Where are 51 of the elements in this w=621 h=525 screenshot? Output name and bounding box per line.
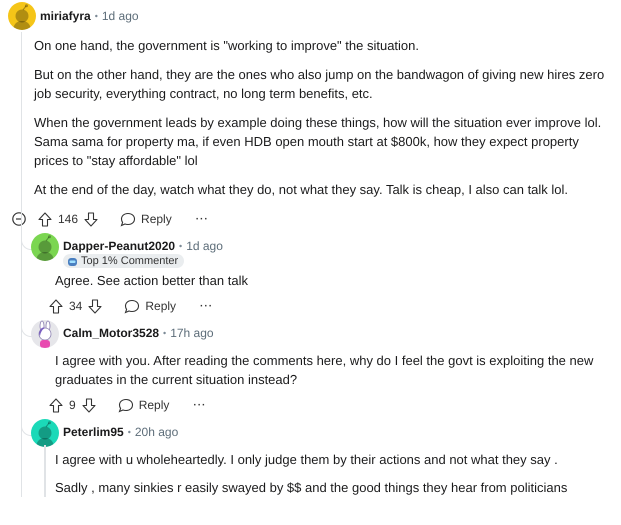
username[interactable]: Calm_Motor3528	[63, 326, 160, 340]
upvote-button[interactable]	[47, 296, 65, 316]
downvote-icon	[88, 298, 102, 314]
timestamp[interactable]: 17h ago	[170, 326, 214, 340]
comment-text: But on the other hand, they are the ones who also jump on the bandwagon of giving new hires zero job security, everything contract, no long term benefits, etc.	[34, 66, 606, 103]
speech-bubble-icon	[124, 298, 140, 314]
username[interactable]: Peterlim95	[63, 425, 124, 439]
reply-button[interactable]: Reply	[114, 208, 178, 230]
reply-button[interactable]: Reply	[112, 394, 176, 416]
comment-text: When the government leads by example doing these things, how will the situation ever improve lol. Sama sama for property ma, if even HDB open mouth start at $800k, how they expect property prices to "stay affordable" lol	[34, 114, 602, 170]
vote-count: 9	[69, 398, 76, 412]
more-options-button[interactable]: ···	[190, 210, 215, 228]
upvote-button[interactable]	[47, 396, 65, 414]
upvote-icon	[49, 298, 63, 314]
comment-text: On one hand, the government is "working to improve" the situation.	[34, 37, 420, 55]
comment-text: At the end of the day, watch what they do, not what they say. Talk is cheap, I also can talk lol.	[34, 181, 570, 199]
timestamp[interactable]: 20h ago	[134, 425, 178, 439]
upvote-icon	[49, 398, 63, 412]
comment-text: Sadly , many sinkies r easily swayed by $$ and the good things they hear from politicians	[55, 479, 568, 497]
comment-text: I agree with you. After reading the comments here, why do I feel the govt is exploiting the new graduates in the current situation instead?	[55, 352, 594, 389]
speech-bubble-icon	[118, 398, 134, 412]
minus-circle-icon	[12, 212, 26, 226]
avatar[interactable]	[31, 233, 59, 261]
downvote-icon	[84, 212, 98, 226]
more-options-button[interactable]: ···	[194, 298, 220, 314]
vote-count: 146	[58, 212, 78, 226]
downvote-icon	[82, 398, 96, 412]
upvote-button[interactable]	[36, 210, 54, 228]
avatar[interactable]	[8, 2, 36, 30]
separator-dot: •	[163, 328, 166, 338]
collapse-button[interactable]	[12, 212, 26, 226]
vote-count: 34	[69, 299, 82, 313]
avatar[interactable]	[31, 419, 59, 447]
username[interactable]: miriafyra	[40, 9, 91, 23]
separator-dot: •	[128, 427, 131, 437]
downvote-button[interactable]	[86, 296, 104, 316]
flair-badge: Top 1% Commenter	[63, 254, 184, 268]
reply-button[interactable]: Reply	[118, 296, 182, 316]
separator-dot: •	[94, 11, 98, 21]
upvote-icon	[38, 212, 52, 226]
speech-bubble-icon	[120, 212, 136, 226]
separator-dot: •	[179, 241, 182, 251]
comment-text: Agree. See action better than talk	[55, 272, 249, 290]
downvote-button[interactable]	[82, 210, 100, 228]
timestamp[interactable]: 1d ago	[186, 239, 223, 253]
username[interactable]: Dapper-Peanut2020	[63, 239, 176, 253]
timestamp[interactable]: 1d ago	[102, 9, 139, 23]
downvote-button[interactable]	[80, 396, 98, 414]
avatar[interactable]	[31, 320, 59, 348]
comment-text: I agree with u wholeheartedly. I only judge them by their actions and not what they say .	[55, 451, 559, 469]
more-options-button[interactable]: ···	[187, 396, 212, 414]
